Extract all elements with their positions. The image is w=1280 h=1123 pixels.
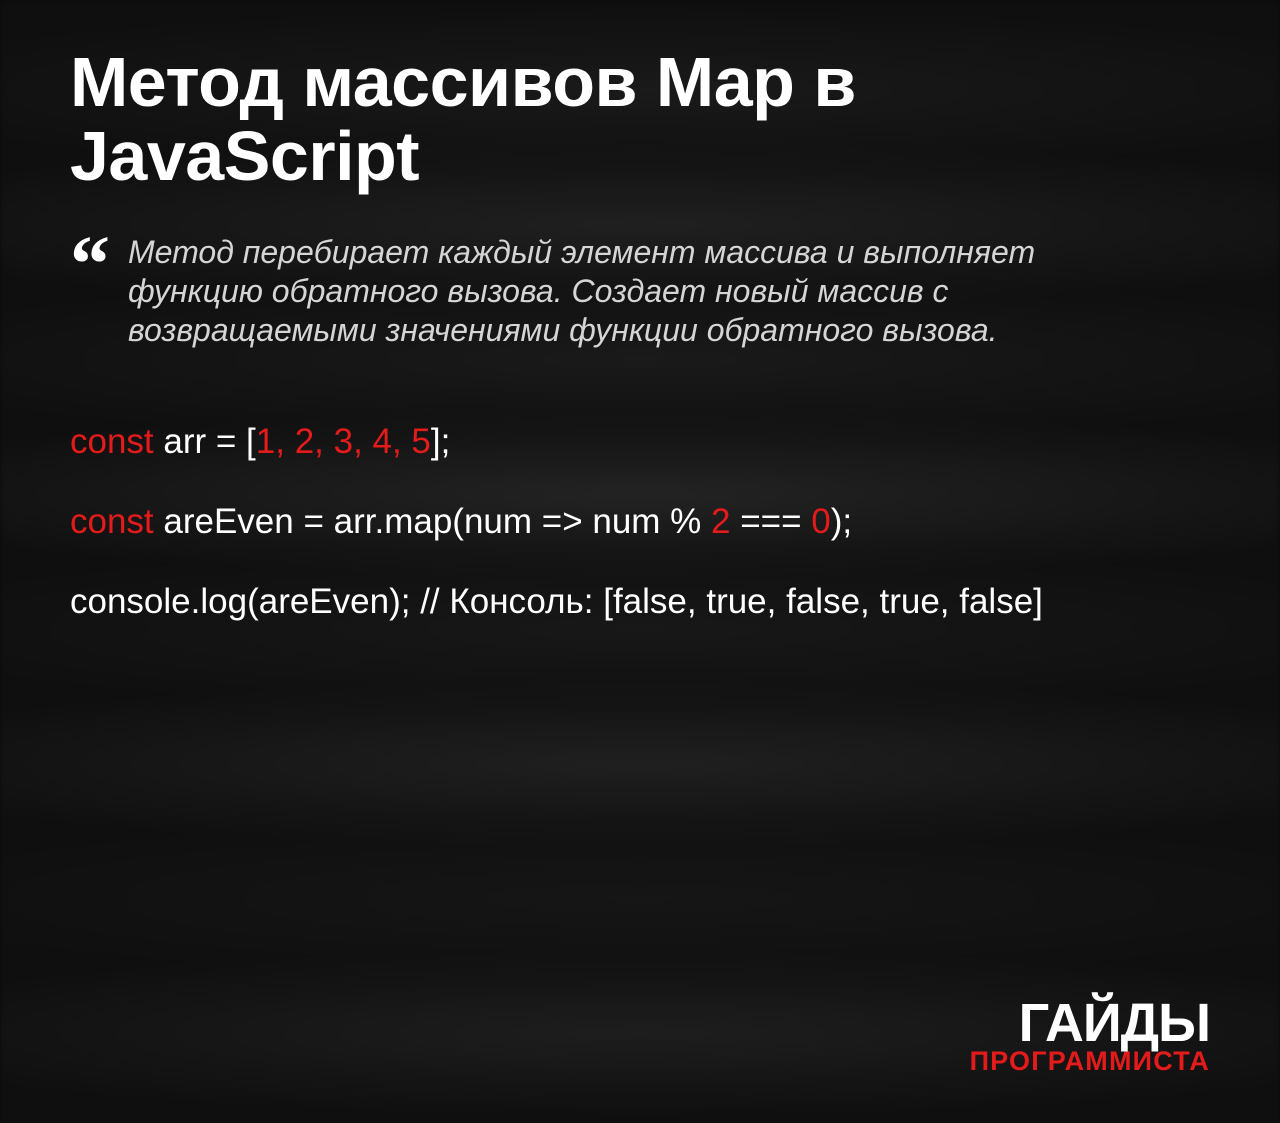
brand-line-2: ПРОГРАММИСТА [970,1046,1210,1077]
code-line-2: const areEven = arr.map(num => num % 2 =… [70,500,1210,544]
keyword-const: const [70,422,154,461]
page-title: Метод массивов Map в JavaScript [70,46,1210,193]
code-block: const arr = [1, 2, 3, 4, 5]; const areEv… [70,420,1210,623]
code-text: arr = [ [154,422,256,461]
code-number: 2 [711,502,730,541]
keyword-const: const [70,502,154,541]
code-line-1: const arr = [1, 2, 3, 4, 5]; [70,420,1210,464]
description-text: Метод перебирает каждый элемент массива … [128,233,1148,350]
code-line-3: console.log(areEven); // Консоль: [false… [70,580,1210,624]
quote-block: “ Метод перебирает каждый элемент массив… [70,233,1210,350]
quote-icon: “ [70,237,110,350]
code-text: ]; [431,422,450,461]
code-text: areEven = arr.map(num => num % [154,502,711,541]
content-container: Метод массивов Map в JavaScript “ Метод … [0,0,1280,1123]
code-text: ); [831,502,852,541]
brand-line-1: ГАЙДЫ [970,999,1210,1048]
code-number: 0 [811,502,830,541]
code-numbers: 1, 2, 3, 4, 5 [256,422,431,461]
footer-brand: ГАЙДЫ ПРОГРАММИСТА [970,999,1210,1077]
code-text: console.log(areEven); // Консоль: [false… [70,582,1043,621]
code-text: === [730,502,811,541]
